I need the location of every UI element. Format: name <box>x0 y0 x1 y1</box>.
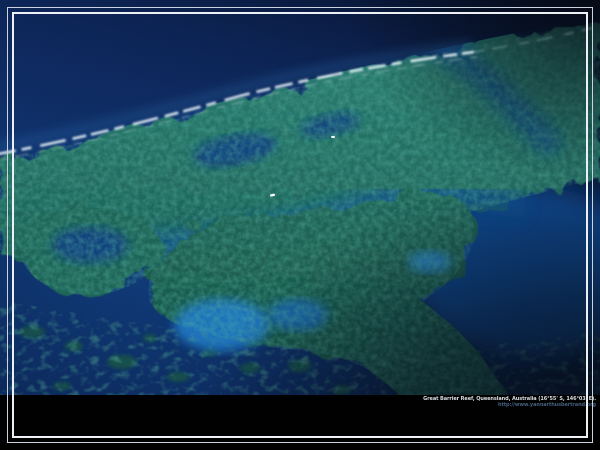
caption-url: http://www.yannarthusbertrand.org <box>423 402 596 408</box>
photo-grain <box>0 0 600 450</box>
caption-bar: Great Barrier Reef, Queensland, Australi… <box>0 395 600 450</box>
caption-lines: Great Barrier Reef, Queensland, Australi… <box>423 396 596 408</box>
wallpaper: Great Barrier Reef, Queensland, Australi… <box>0 0 600 450</box>
reef-aerial-photo <box>0 0 600 450</box>
